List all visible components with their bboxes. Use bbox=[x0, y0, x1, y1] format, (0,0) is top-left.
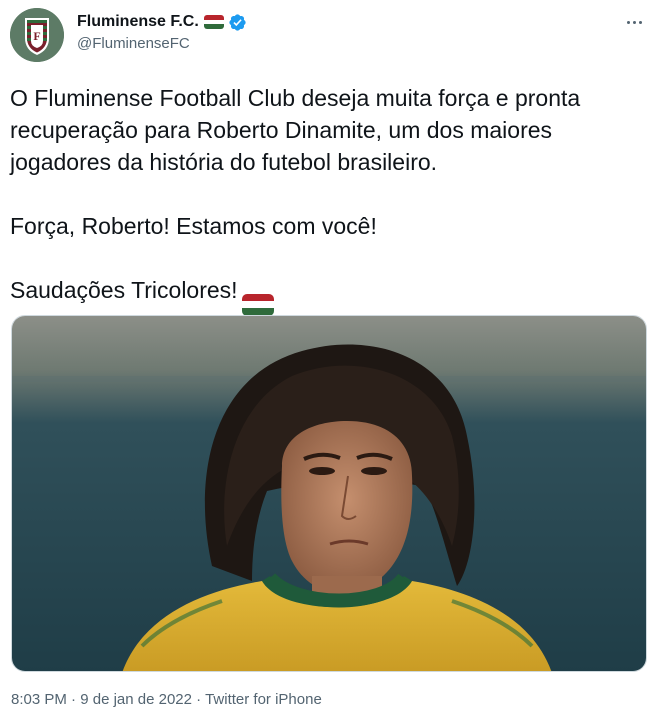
tricolor-flag-icon bbox=[203, 15, 224, 29]
more-options-icon-dot bbox=[638, 20, 642, 24]
more-options-icon-dot bbox=[632, 20, 636, 24]
tweet-paragraph: Força, Roberto! Estamos com você! bbox=[10, 213, 377, 239]
tweet-paragraph: O Fluminense Football Club deseja muita … bbox=[10, 85, 581, 175]
fluminense-crest-icon: F bbox=[10, 8, 64, 62]
handle[interactable]: @FluminenseFC bbox=[77, 35, 247, 52]
avatar[interactable]: F bbox=[10, 8, 64, 62]
tweet-paragraph: Saudações Tricolores! bbox=[10, 277, 238, 303]
tweet-time-link[interactable]: 8:03 PM bbox=[11, 691, 67, 708]
tweet-paragraph-with-emoji: Saudações Tricolores! bbox=[10, 274, 640, 316]
tricolor-flag-icon bbox=[241, 293, 274, 316]
tweet-date-link[interactable]: 9 de jan de 2022 bbox=[80, 691, 192, 708]
player-portrait-photo bbox=[12, 316, 646, 671]
meta-separator: · bbox=[196, 691, 202, 708]
account-info: Fluminense F.C. @FluminenseFC bbox=[77, 11, 247, 52]
verified-badge-icon bbox=[229, 13, 246, 31]
tweet-source-link[interactable]: Twitter for iPhone bbox=[205, 691, 322, 708]
svg-text:F: F bbox=[33, 29, 40, 43]
tweet-text: O Fluminense Football Club deseja muita … bbox=[10, 82, 640, 316]
meta-separator: · bbox=[71, 691, 77, 708]
name-row: Fluminense F.C. bbox=[77, 11, 247, 33]
tweet-card: F Fluminense F.C. @FluminenseFC O Flumin… bbox=[0, 0, 659, 711]
tweet-meta: 8:03 PM · 9 de jan de 2022 · Twitter for… bbox=[11, 691, 322, 708]
display-name[interactable]: Fluminense F.C. bbox=[77, 13, 199, 31]
tweet-photo[interactable] bbox=[11, 315, 647, 672]
more-options-button[interactable] bbox=[623, 11, 645, 33]
more-options-icon bbox=[626, 20, 630, 24]
